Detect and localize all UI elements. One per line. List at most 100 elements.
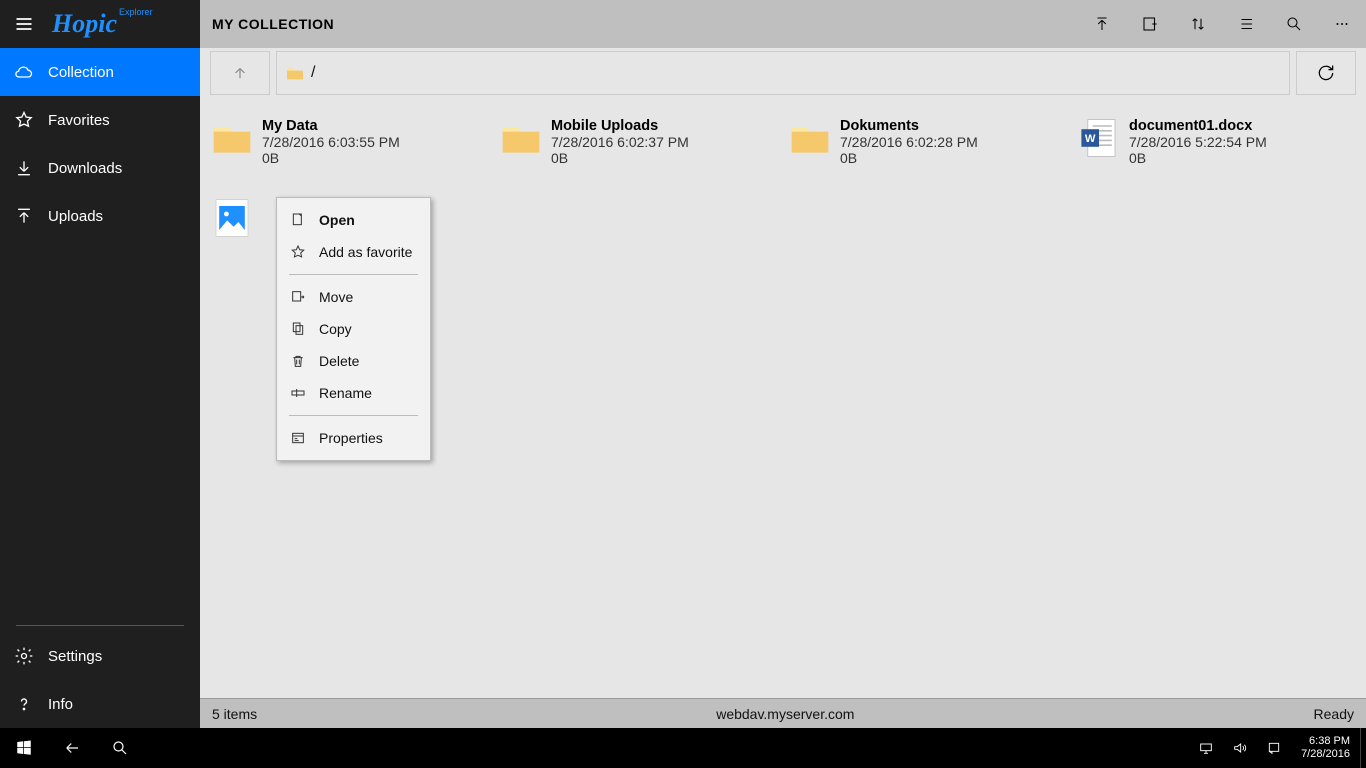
question-icon xyxy=(0,694,48,714)
rename-icon xyxy=(289,384,307,402)
search-button[interactable] xyxy=(1270,0,1318,48)
sidebar-item-label: Downloads xyxy=(48,160,122,177)
sidebar-item-uploads[interactable]: Uploads xyxy=(0,192,200,240)
tray-clock[interactable]: 6:38 PM 7/28/2016 xyxy=(1291,735,1360,761)
status-item-count: 5 items xyxy=(212,706,257,722)
logo-subtext: Explorer xyxy=(119,7,153,17)
file-item-document[interactable]: W document01.docx 7/28/2016 5:22:54 PM 0… xyxy=(1077,118,1356,168)
taskbar-left xyxy=(0,728,144,768)
notifications-icon xyxy=(1266,740,1282,756)
sidebar-spacer xyxy=(0,240,200,625)
context-menu-open[interactable]: Open xyxy=(277,204,430,236)
file-name: My Data xyxy=(262,118,400,134)
file-size: 0B xyxy=(551,150,689,166)
up-arrow-icon xyxy=(231,64,249,82)
sidebar-separator xyxy=(16,625,184,626)
search-icon xyxy=(111,739,129,757)
upload-arrow-icon xyxy=(1093,15,1111,33)
sidebar-item-settings[interactable]: Settings xyxy=(0,632,200,680)
sidebar-item-downloads[interactable]: Downloads xyxy=(0,144,200,192)
svg-text:W: W xyxy=(1085,133,1096,145)
more-button[interactable] xyxy=(1318,0,1366,48)
context-menu-label: Move xyxy=(319,289,353,305)
system-tray: 6:38 PM 7/28/2016 xyxy=(1189,728,1366,768)
context-menu-separator xyxy=(289,274,418,275)
start-button[interactable] xyxy=(0,728,48,768)
upload-icon xyxy=(0,206,48,226)
file-item-folder[interactable]: Mobile Uploads 7/28/2016 6:02:37 PM 0B xyxy=(499,118,778,168)
show-desktop-button[interactable] xyxy=(1360,728,1366,768)
context-menu-label: Copy xyxy=(319,321,352,337)
star-icon xyxy=(289,243,307,261)
file-item-folder[interactable]: Dokuments 7/28/2016 6:02:28 PM 0B xyxy=(788,118,1067,168)
context-menu-move[interactable]: Move xyxy=(277,281,430,313)
sidebar-item-info[interactable]: Info xyxy=(0,680,200,728)
address-text: / xyxy=(311,64,315,82)
file-name: document01.docx xyxy=(1129,118,1267,134)
context-menu-rename[interactable]: Rename xyxy=(277,377,430,409)
folder-icon xyxy=(285,65,305,81)
view-button[interactable] xyxy=(1222,0,1270,48)
app-logo: Hopic Explorer xyxy=(48,9,200,39)
tray-date: 7/28/2016 xyxy=(1301,748,1350,761)
gear-icon xyxy=(0,646,48,666)
file-name: Dokuments xyxy=(840,118,978,134)
context-menu-add-favorite[interactable]: Add as favorite xyxy=(277,236,430,268)
main-area: Hopic Explorer Collection Favorites xyxy=(0,0,1366,728)
logo-text: Hopic xyxy=(52,9,117,39)
status-state: Ready xyxy=(1314,706,1354,722)
context-menu-label: Open xyxy=(319,212,355,228)
address-path[interactable]: / xyxy=(276,51,1290,95)
context-menu-properties[interactable]: Properties xyxy=(277,422,430,454)
file-date: 7/28/2016 6:02:28 PM xyxy=(840,134,978,150)
download-icon xyxy=(0,158,48,178)
tray-network-button[interactable] xyxy=(1189,728,1223,768)
move-icon xyxy=(289,288,307,306)
sort-button[interactable] xyxy=(1174,0,1222,48)
windows-icon xyxy=(15,739,33,757)
sidebar-item-label: Info xyxy=(48,696,73,713)
star-icon xyxy=(0,110,48,130)
header: MY COLLECTION xyxy=(200,0,1366,48)
new-folder-icon xyxy=(1141,15,1159,33)
sidebar-item-favorites[interactable]: Favorites xyxy=(0,96,200,144)
hamburger-icon xyxy=(14,14,34,34)
refresh-icon xyxy=(1316,63,1336,83)
file-item-folder[interactable]: My Data 7/28/2016 6:03:55 PM 0B xyxy=(210,118,489,168)
sidebar-item-collection[interactable]: Collection xyxy=(0,48,200,96)
tray-notifications-button[interactable] xyxy=(1257,728,1291,768)
app-window: Hopic Explorer Collection Favorites xyxy=(0,0,1366,768)
nav-up-button[interactable] xyxy=(210,51,270,95)
upload-button[interactable] xyxy=(1078,0,1126,48)
nav: Collection Favorites Downloads xyxy=(0,48,200,240)
copy-icon xyxy=(289,320,307,338)
tray-volume-button[interactable] xyxy=(1223,728,1257,768)
new-folder-button[interactable] xyxy=(1126,0,1174,48)
file-date: 7/28/2016 6:02:37 PM xyxy=(551,134,689,150)
search-icon xyxy=(1285,15,1303,33)
taskbar-search-button[interactable] xyxy=(96,728,144,768)
sidebar-top: Hopic Explorer xyxy=(0,0,200,48)
back-button[interactable] xyxy=(48,728,96,768)
trash-icon xyxy=(289,352,307,370)
sidebar-item-label: Uploads xyxy=(48,208,103,225)
sidebar-item-label: Favorites xyxy=(48,112,110,129)
context-menu-label: Add as favorite xyxy=(319,244,412,260)
hamburger-button[interactable] xyxy=(0,0,48,48)
properties-icon xyxy=(289,429,307,447)
file-date: 7/28/2016 5:22:54 PM xyxy=(1129,134,1267,150)
tray-time: 6:38 PM xyxy=(1301,735,1350,748)
page-title: MY COLLECTION xyxy=(212,16,1078,32)
refresh-button[interactable] xyxy=(1296,51,1356,95)
context-menu-label: Rename xyxy=(319,385,372,401)
file-size: 0B xyxy=(262,150,400,166)
context-menu-delete[interactable]: Delete xyxy=(277,345,430,377)
back-arrow-icon xyxy=(63,739,81,757)
context-menu-separator xyxy=(289,415,418,416)
sidebar: Hopic Explorer Collection Favorites xyxy=(0,0,200,728)
network-icon xyxy=(1198,740,1214,756)
open-icon xyxy=(289,211,307,229)
address-bar: / xyxy=(200,48,1366,98)
status-server: webdav.myserver.com xyxy=(257,706,1313,722)
context-menu-copy[interactable]: Copy xyxy=(277,313,430,345)
